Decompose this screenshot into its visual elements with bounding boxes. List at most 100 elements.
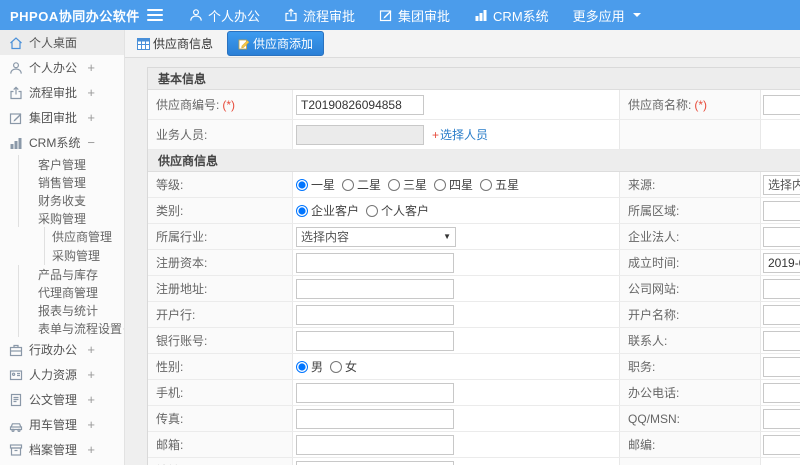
sidebar-item-finance-io[interactable]: 财务收支 + — [18, 191, 124, 209]
address-input[interactable] — [296, 460, 454, 465]
sidebar-item-archive-mgmt[interactable]: 档案管理 + — [0, 437, 124, 462]
hamburger-menu-icon[interactable] — [147, 8, 163, 22]
zipcode-input[interactable] — [763, 434, 800, 455]
sidebar-item-purchase-mgmt[interactable]: 采购管理 − — [18, 209, 124, 227]
top-nav: 个人办公 流程审批 集团审批 CRM系统 更多应用 — [189, 0, 666, 30]
tab-supplier-info[interactable]: 供应商信息 — [133, 32, 217, 55]
sidebar-item-supplier-mgmt[interactable]: 供应商管理 — [44, 227, 124, 246]
gender-radio[interactable] — [296, 360, 308, 373]
expand-plus-icon[interactable]: + — [76, 286, 84, 299]
gender-option[interactable]: 男 — [296, 358, 323, 375]
level-option[interactable]: 二星 — [342, 176, 381, 193]
tab-label: 供应商信息 — [153, 37, 214, 51]
account-name-input[interactable] — [763, 304, 800, 325]
expand-plus-icon[interactable]: + — [123, 322, 124, 335]
office-phone-input[interactable] — [763, 382, 800, 403]
table-icon — [137, 37, 150, 50]
field-label: 邮箱: — [156, 438, 184, 452]
bank-input[interactable] — [296, 304, 454, 325]
tab-supplier-add[interactable]: 供应商添加 — [227, 31, 325, 56]
category-radio[interactable] — [366, 204, 379, 217]
expand-plus-icon[interactable]: + — [87, 61, 95, 74]
fax-input[interactable] — [296, 408, 454, 429]
expand-plus-icon[interactable]: + — [87, 368, 95, 381]
industry-select[interactable]: 选择内容 ▼ — [296, 226, 456, 247]
collapse-minus-icon[interactable]: − — [76, 212, 84, 225]
bank-account-input[interactable] — [296, 330, 454, 351]
zipcode-field — [761, 432, 800, 457]
field-label: 所属行业: — [156, 230, 208, 244]
registered-address-input[interactable] — [296, 278, 454, 299]
section-header: 基本信息 — [148, 68, 800, 90]
level-option[interactable]: 三星 — [388, 176, 427, 193]
mobile-input[interactable] — [296, 382, 454, 403]
founded-date-input[interactable] — [763, 252, 800, 273]
sidebar-item-document-mgmt[interactable]: 公文管理 + — [0, 387, 124, 412]
legal-person-input[interactable] — [763, 226, 800, 247]
sidebar-item-personal-desktop[interactable]: 个人桌面 — [0, 30, 124, 55]
sidebar-item-sales-mgmt[interactable]: 销售管理 + — [18, 173, 124, 191]
source-select[interactable]: 选择内容▼ — [763, 174, 800, 195]
sidebar-item-personal-office[interactable]: 个人办公 + — [0, 55, 124, 80]
sidebar-item-group-approval[interactable]: 集团审批 + — [0, 105, 124, 130]
level-radio[interactable] — [480, 178, 493, 191]
supplier-code-input[interactable] — [296, 94, 424, 115]
level-radio[interactable] — [342, 178, 355, 191]
form-row: 地址: — [148, 458, 800, 465]
level-option[interactable]: 一星 — [296, 176, 335, 193]
level-option[interactable]: 四星 — [434, 176, 473, 193]
sidebar-item-product-stock[interactable]: 产品与库存 + — [18, 265, 124, 283]
sidebar-item-process-approval[interactable]: 流程审批 + — [0, 80, 124, 105]
topnav-label: 更多应用 — [572, 8, 625, 24]
expand-plus-icon[interactable]: + — [87, 343, 95, 356]
registered-capital-input[interactable] — [296, 252, 454, 273]
fax-label: 传真: — [148, 406, 293, 431]
category-field: 企业客户 个人客户 — [293, 198, 620, 223]
gender-option[interactable]: 女 — [330, 358, 357, 375]
sidebar-item-human-resources[interactable]: 人力资源 + — [0, 362, 124, 387]
sidebar-item-form-flow-settings[interactable]: 表单与流程设置+ — [18, 319, 124, 337]
sidebar-item-report-stats[interactable]: 报表与统计 — [18, 301, 124, 319]
expand-plus-icon[interactable]: + — [87, 418, 95, 431]
sidebar-item-crm-system[interactable]: CRM系统 − — [0, 130, 124, 155]
qq-msn-input[interactable] — [763, 408, 800, 429]
level-radio[interactable] — [434, 178, 447, 191]
expand-plus-icon[interactable]: + — [76, 176, 84, 189]
business-person-input[interactable] — [296, 124, 424, 145]
category-option[interactable]: 个人客户 — [366, 202, 429, 219]
level-option[interactable]: 五星 — [480, 176, 519, 193]
expand-plus-icon[interactable]: + — [87, 111, 95, 124]
email-input[interactable] — [296, 434, 454, 455]
topnav-personal-office[interactable]: 个人办公 — [189, 6, 260, 25]
job-title-input[interactable] — [763, 356, 800, 377]
topnav-process-approval[interactable]: 流程审批 — [284, 6, 355, 25]
category-option[interactable]: 企业客户 — [296, 202, 359, 219]
region-input[interactable] — [763, 200, 800, 221]
collapse-minus-icon[interactable]: − — [87, 136, 95, 149]
field-label: 手机: — [156, 386, 184, 400]
topnav-group-approval[interactable]: 集团审批 — [379, 6, 450, 25]
contact-person-input[interactable] — [763, 330, 800, 351]
expand-plus-icon[interactable]: + — [87, 393, 95, 406]
sidebar-item-admin-office[interactable]: 行政办公 + — [0, 337, 124, 362]
level-radio[interactable] — [388, 178, 401, 191]
topnav-crm-system[interactable]: CRM系统 — [474, 6, 549, 25]
company-website-input[interactable] — [763, 278, 800, 299]
expand-plus-icon[interactable]: + — [87, 443, 95, 456]
expand-plus-icon[interactable]: + — [76, 268, 84, 281]
sidebar-item-agent-mgmt[interactable]: 代理商管理 + — [18, 283, 124, 301]
gender-radio[interactable] — [330, 360, 343, 373]
expand-plus-icon[interactable]: + — [76, 158, 84, 171]
supplier-name-input[interactable] — [763, 94, 800, 115]
expand-plus-icon[interactable]: + — [87, 86, 95, 99]
email-field — [293, 432, 620, 457]
qq-msn-field — [761, 406, 800, 431]
topnav-more-apps[interactable]: 更多应用 — [573, 6, 642, 25]
sidebar-item-procurement-mgmt[interactable]: 采购管理 — [44, 246, 124, 265]
sidebar-item-customer-mgmt[interactable]: 客户管理 + — [18, 155, 124, 173]
expand-plus-icon[interactable]: + — [76, 194, 84, 207]
sidebar-item-vehicle-mgmt[interactable]: 用车管理 + — [0, 412, 124, 437]
category-radio[interactable] — [296, 204, 308, 217]
level-radio[interactable] — [296, 178, 308, 191]
select-person-link[interactable]: 选择人员 — [440, 126, 488, 143]
